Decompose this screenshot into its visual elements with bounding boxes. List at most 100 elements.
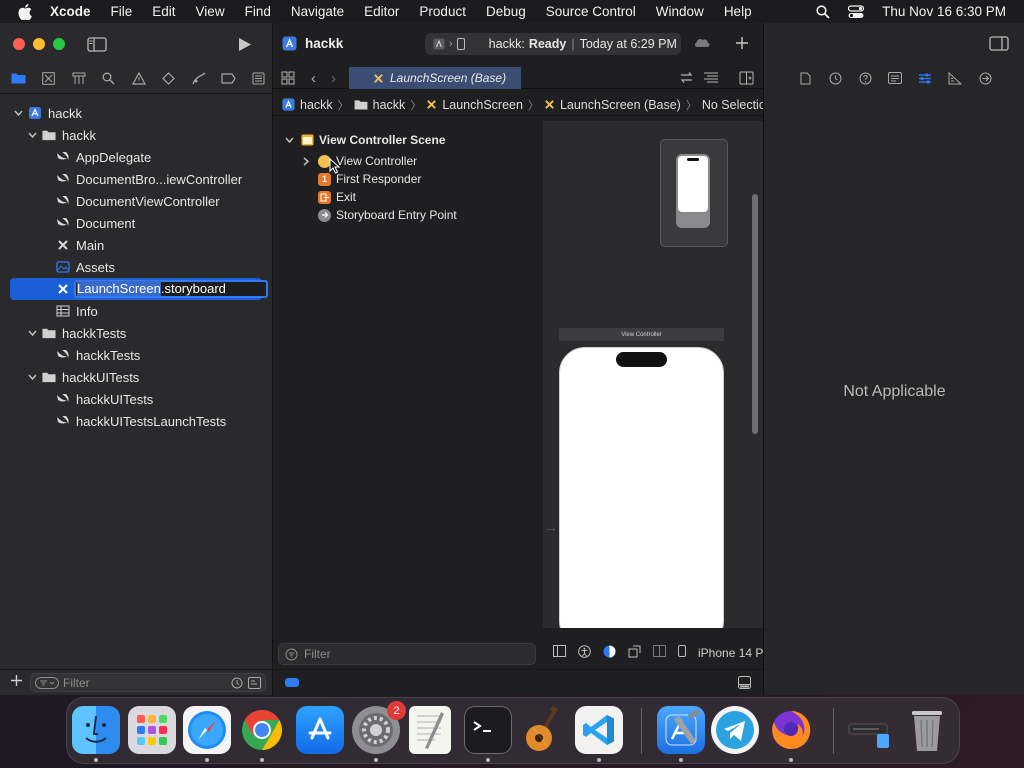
- toggle-inspector-icon[interactable]: [989, 36, 1009, 54]
- filter-options-icon[interactable]: [35, 677, 59, 692]
- accessibility-icon[interactable]: [578, 644, 591, 661]
- issue-navigator-icon[interactable]: [128, 69, 149, 87]
- menu-product[interactable]: Product: [409, 4, 476, 19]
- apple-logo-icon[interactable]: [18, 3, 34, 20]
- file-inspector-icon[interactable]: [796, 69, 814, 87]
- tree-row-info[interactable]: Info: [0, 300, 273, 322]
- dock-terminal-icon[interactable]: [464, 706, 512, 754]
- tree-row-hackkuitests-file[interactable]: hackkUITests: [0, 388, 273, 410]
- symbol-navigator-icon[interactable]: [68, 69, 89, 87]
- menu-source-control[interactable]: Source Control: [536, 4, 646, 19]
- jumpbar-crumb-file[interactable]: LaunchScreen: [426, 98, 523, 112]
- source-control-filter-icon[interactable]: [248, 677, 261, 692]
- add-library-plus-icon[interactable]: [735, 36, 749, 53]
- connections-inspector-icon[interactable]: [976, 69, 994, 87]
- size-inspector-ruler-icon[interactable]: [946, 69, 964, 87]
- cloud-icon[interactable]: [693, 36, 711, 51]
- tree-row-appdelegate[interactable]: AppDelegate: [0, 146, 273, 168]
- editor-options-lines-icon[interactable]: [703, 71, 719, 87]
- tree-row-group-hackk[interactable]: hackk: [0, 124, 273, 146]
- dock-safari-icon[interactable]: [183, 706, 231, 754]
- report-navigator-icon[interactable]: [248, 69, 269, 87]
- split-editor-icon[interactable]: [739, 71, 754, 88]
- forward-chevron-icon[interactable]: ›: [331, 70, 336, 87]
- history-inspector-icon[interactable]: [826, 69, 844, 87]
- project-navigator-folder-icon[interactable]: [8, 69, 29, 87]
- tree-row-documentbrowserviewcontroller[interactable]: DocumentBro...iewController: [0, 168, 273, 190]
- device-phone-icon[interactable]: [678, 645, 686, 660]
- menu-file[interactable]: File: [101, 4, 143, 19]
- dock-downloads-stack-icon[interactable]: [846, 706, 894, 754]
- source-control-navigator-icon[interactable]: [38, 69, 59, 87]
- outline-filter-input[interactable]: Filter: [278, 643, 536, 665]
- refresh-arrows-icon[interactable]: [679, 71, 694, 87]
- menu-window[interactable]: Window: [646, 4, 714, 19]
- rename-text-field[interactable]: LaunchScreen.storyboard: [74, 280, 268, 298]
- navigator-filter-input[interactable]: Filter: [30, 673, 266, 692]
- tree-row-hackktests-file[interactable]: hackkTests: [0, 344, 273, 366]
- menu-edit[interactable]: Edit: [142, 4, 185, 19]
- menu-app-xcode[interactable]: Xcode: [48, 4, 101, 19]
- menu-navigate[interactable]: Navigate: [281, 4, 354, 19]
- tab-launchscreen-base[interactable]: LaunchScreen (Base): [349, 67, 521, 89]
- jumpbar-crumb-group[interactable]: hackk: [354, 98, 405, 112]
- window-close-button[interactable]: [13, 38, 25, 50]
- dock-textedit-icon[interactable]: [409, 706, 451, 754]
- add-file-plus-icon[interactable]: [10, 674, 23, 690]
- outline-row-entry-point[interactable]: Storyboard Entry Point: [318, 206, 457, 224]
- debug-area-indicator-icon[interactable]: [285, 678, 299, 687]
- attributes-inspector-icon[interactable]: [916, 69, 934, 87]
- toggle-navigator-icon[interactable]: [86, 36, 108, 52]
- activity-status-bar[interactable]: › hackk: Ready | Today at 6:29 PM: [425, 33, 681, 55]
- control-center-icon[interactable]: [848, 4, 865, 19]
- dock-xcode-icon[interactable]: [657, 706, 705, 754]
- jumpbar-crumb-localization[interactable]: LaunchScreen (Base): [544, 98, 681, 112]
- dock-finder-icon[interactable]: [72, 706, 120, 754]
- dock-trash-icon[interactable]: [903, 706, 951, 754]
- scene-dock-bar[interactable]: View Controller: [559, 328, 724, 341]
- identity-inspector-icon[interactable]: [886, 69, 904, 87]
- outline-scene-row[interactable]: View Controller Scene: [285, 131, 446, 149]
- dock-telegram-icon[interactable]: [711, 706, 759, 754]
- canvas-vertical-scrollbar[interactable]: [752, 194, 758, 434]
- minimap-overview[interactable]: [660, 139, 728, 247]
- toggle-outline-icon[interactable]: [553, 645, 566, 660]
- recent-files-clock-icon[interactable]: [231, 677, 243, 692]
- device-layout-icon[interactable]: [653, 645, 666, 660]
- back-chevron-icon[interactable]: ‹: [311, 70, 316, 87]
- jumpbar-crumb-project[interactable]: hackk: [282, 98, 333, 112]
- iphone-view-controller-screen[interactable]: [559, 347, 724, 628]
- test-navigator-icon[interactable]: [158, 69, 179, 87]
- find-navigator-icon[interactable]: [98, 69, 119, 87]
- tree-row-main[interactable]: Main: [0, 234, 273, 256]
- menu-find[interactable]: Find: [235, 4, 281, 19]
- quick-help-icon[interactable]: [856, 69, 874, 87]
- tree-row-launchscreen-storyboard[interactable]: LaunchScreen.storyboard: [10, 278, 268, 300]
- menu-view[interactable]: View: [186, 4, 235, 19]
- dock-system-settings-icon[interactable]: 2: [352, 701, 406, 754]
- tree-row-documentviewcontroller[interactable]: DocumentViewController: [0, 190, 273, 212]
- menubar-clock[interactable]: Thu Nov 16 6:30 PM: [882, 4, 1006, 19]
- window-minimize-button[interactable]: [33, 38, 45, 50]
- tree-row-document[interactable]: Document: [0, 212, 273, 234]
- storyboard-canvas[interactable]: View Controller →: [543, 121, 763, 628]
- tree-row-project-hackk[interactable]: hackk: [0, 102, 273, 124]
- dock-launchpad-icon[interactable]: [128, 706, 176, 754]
- disclosure-open-icon[interactable]: [27, 372, 37, 382]
- spotlight-search-icon[interactable]: [816, 4, 830, 19]
- menu-editor[interactable]: Editor: [354, 4, 409, 19]
- dock-app-store-icon[interactable]: [296, 706, 344, 754]
- disclosure-open-icon[interactable]: [27, 328, 37, 338]
- dock-vscode-icon[interactable]: [575, 706, 623, 754]
- menu-help[interactable]: Help: [714, 4, 762, 19]
- run-play-icon[interactable]: [236, 36, 254, 52]
- toggle-debug-area-icon[interactable]: [738, 676, 751, 692]
- outline-row-exit[interactable]: Exit: [318, 188, 356, 206]
- device-name-label[interactable]: iPhone 14 P: [698, 646, 763, 660]
- dock-garageband-icon[interactable]: [519, 706, 567, 754]
- tree-row-group-hackkuitests[interactable]: hackkUITests: [0, 366, 273, 388]
- related-items-grid-icon[interactable]: [281, 71, 295, 88]
- tree-row-hackkuitestslaunchtests[interactable]: hackkUITestsLaunchTests: [0, 410, 273, 432]
- project-title[interactable]: hackk: [305, 36, 343, 51]
- window-zoom-button[interactable]: [53, 38, 65, 50]
